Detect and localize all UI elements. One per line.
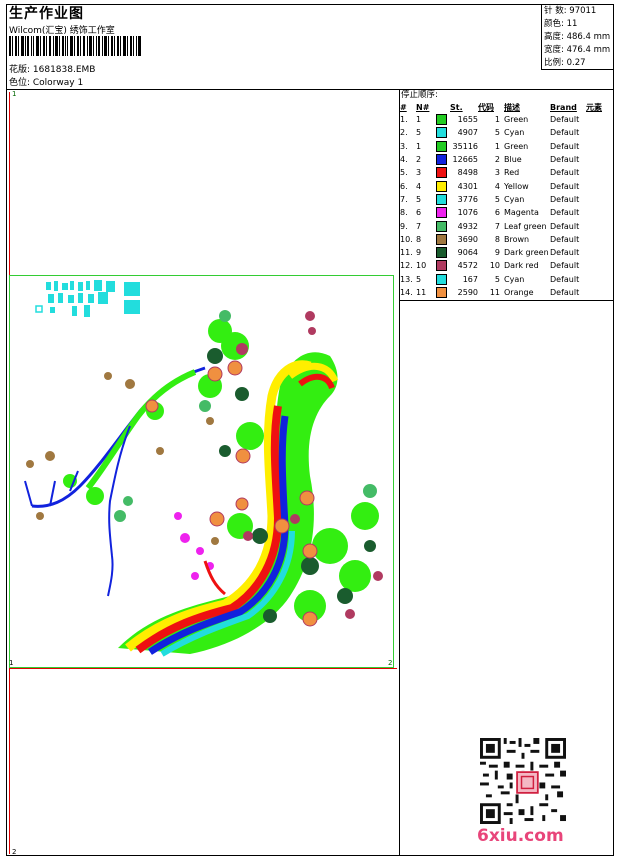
stat-height: 高度: 486.4 mm (544, 32, 611, 42)
table-row: 3. 1 35116 1 Green Default (400, 140, 580, 152)
color-swatch (436, 127, 447, 139)
stat-scale: 比例: 0.27 (544, 58, 586, 68)
color-swatch (436, 220, 447, 232)
color-swatch (436, 247, 447, 259)
table-row: 14. 11 2590 11 Orange Default (400, 287, 580, 298)
color-swatch (436, 140, 447, 152)
table-row: 13. 5 167 5 Cyan Default (400, 273, 580, 285)
color-swatch (436, 233, 447, 245)
stop-sequence-panel: 停止顺序: # N# St. 代码 描述 Brand 元素 1. 1 1655 1 Gr… (400, 89, 614, 299)
color-swatch (436, 193, 447, 205)
color-swatch (436, 114, 447, 126)
table-row: 12. 10 4572 10 Dark red Default (400, 260, 580, 272)
color-swatch (436, 260, 447, 272)
table-row: 2. 5 4907 5 Cyan Default (400, 127, 580, 139)
colorway-label: 色位: Colorway 1 (9, 78, 84, 88)
table-row: 10. 8 3690 8 Brown Default (400, 233, 580, 245)
watermark-logo: 6xiu.com (477, 826, 564, 846)
table-row: 11. 9 9064 9 Dark green Default (400, 247, 580, 259)
table-row: 4. 2 12665 2 Blue Default (400, 154, 580, 166)
stat-width: 宽度: 476.4 mm (544, 45, 611, 55)
color-swatch (436, 273, 447, 285)
table-header-row: # N# St. 代码 描述 Brand 元素 (400, 102, 602, 112)
stats-box: 针 数: 97011 颜色: 11 高度: 486.4 mm 宽度: 476.4… (541, 4, 614, 70)
company-name: Wilcom(汇宝) 绣饰工作室 (9, 26, 115, 36)
color-swatch (436, 154, 447, 166)
barcode-image (9, 36, 141, 56)
table-row: 9. 7 4932 7 Leaf green Default (400, 220, 580, 232)
table-row: 1. 1 1655 1 Green Default (400, 114, 580, 126)
table-row: 7. 5 3776 5 Cyan Default (400, 193, 580, 205)
page-title: 生产作业图 (9, 6, 84, 22)
guide-line-middle (9, 668, 397, 669)
color-swatch (436, 167, 447, 179)
table-row: 8. 6 1076 6 Magenta Default (400, 207, 580, 219)
table-row: 6. 4 4301 4 Yellow Default (400, 180, 580, 192)
design-file: 花版: 1681838.EMB (9, 65, 96, 75)
color-swatch (436, 207, 447, 219)
stop-sequence-title: 停止顺序: (401, 90, 438, 100)
embroidery-design-image (24, 280, 383, 657)
table-row: 5. 3 8498 3 Red Default (400, 167, 580, 179)
stat-stitches: 针 数: 97011 (544, 6, 597, 16)
color-swatch (436, 180, 447, 192)
color-swatch (436, 287, 447, 298)
stat-colors: 颜色: 11 (544, 19, 578, 29)
corner-label-top-left: 1 (12, 90, 17, 98)
table-divider (399, 300, 614, 301)
stop-sequence-table: # N# St. 代码 描述 Brand 元素 1. 1 1655 1 Green Def… (400, 101, 614, 299)
corner-label-bottom-left: 2 (12, 848, 17, 856)
qr-code-image (480, 738, 566, 824)
